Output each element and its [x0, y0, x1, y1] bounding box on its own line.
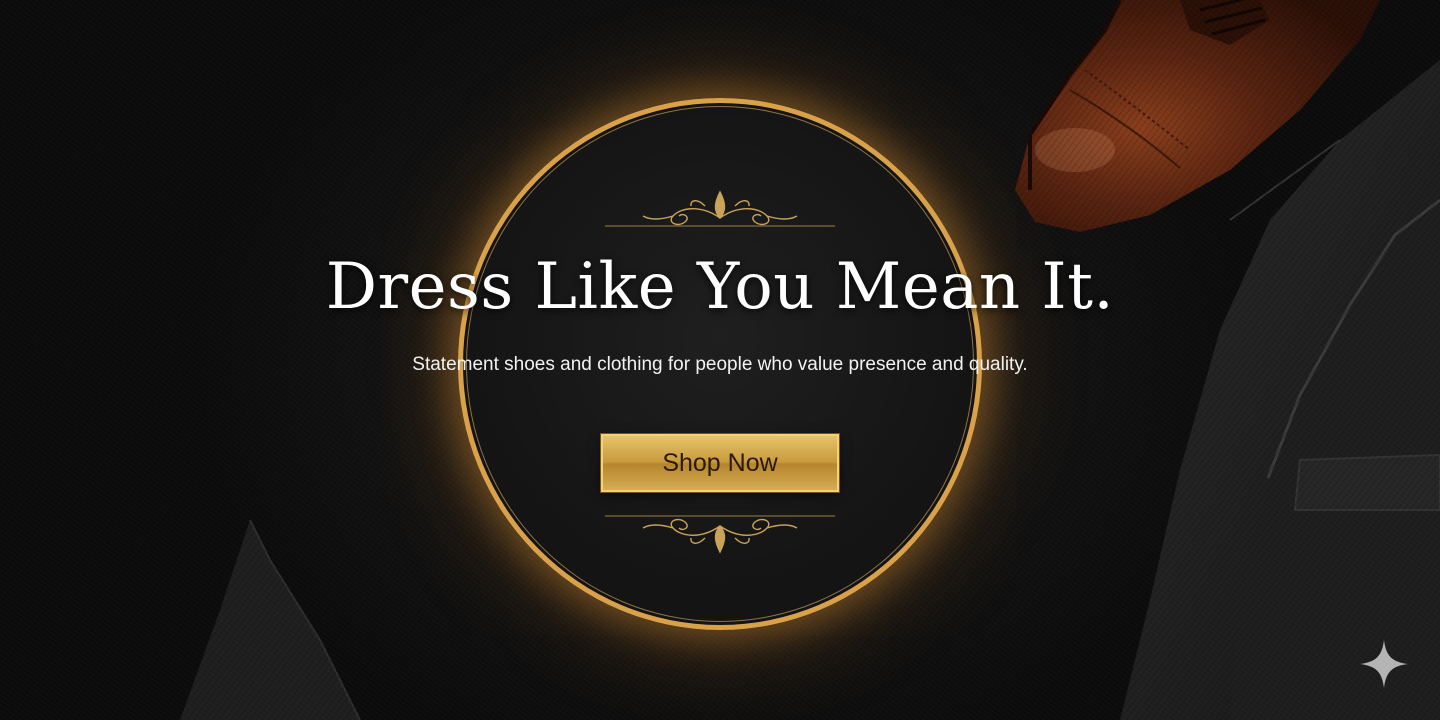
hero-banner: Dress Like You Mean It. Statement shoes …	[0, 0, 1440, 720]
sparkle-icon	[1360, 640, 1408, 688]
shop-now-button[interactable]: Shop Now	[600, 433, 840, 493]
hero-subheadline: Statement shoes and clothing for people …	[412, 354, 1028, 375]
hero-headline: Dress Like You Mean It.	[325, 250, 1115, 324]
bottom-flourish-icon	[605, 515, 835, 554]
top-flourish-icon	[605, 190, 835, 227]
jacket-left-image	[180, 519, 361, 720]
